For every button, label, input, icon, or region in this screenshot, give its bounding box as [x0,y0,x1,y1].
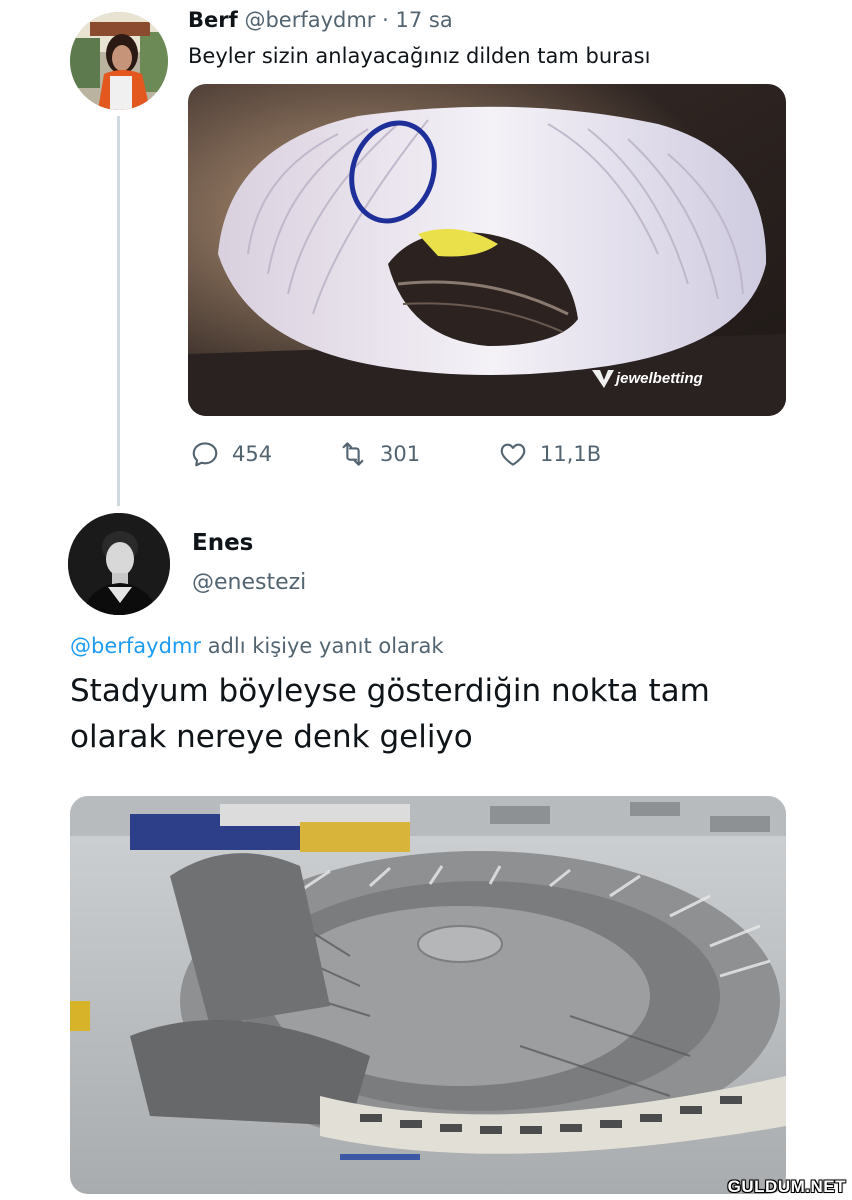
reply-icon [192,442,218,467]
avatar[interactable] [68,513,170,615]
tweet-media-image[interactable]: jewelbetting [188,84,786,416]
tweet-text: Beyler sizin anlayacağınız dilden tam bu… [188,44,651,68]
display-name[interactable]: Berf [188,8,238,32]
avatar[interactable] [70,12,168,110]
display-name[interactable]: Enes [192,530,253,556]
thread-line [117,116,120,506]
retweet-action[interactable]: 301 [338,436,420,472]
user-handle[interactable]: @berfaydmr [244,8,375,32]
separator-dot: · [382,8,389,32]
retweet-icon [342,442,364,466]
reply-action[interactable]: 454 [190,436,272,472]
tweet-text: Stadyum böyleyse gösterdiğin nokta tam o… [70,673,710,755]
like-action[interactable]: 11,1B [498,436,601,472]
timestamp[interactable]: 17 sa [396,8,453,32]
heart-icon [500,443,526,466]
tweet-actions: 454 301 11,1B [190,436,630,472]
retweet-count: 301 [380,442,421,466]
tweet-header: Berf @berfaydmr · 17 sa [188,8,453,32]
tweet-media-image[interactable] [70,796,786,1194]
replying-to-label: adlı kişiye yanıt olarak [207,634,444,658]
reply-count: 454 [232,442,273,466]
mention-link[interactable]: @berfaydmr [70,634,201,658]
site-watermark: GULDUM.NET [727,1177,846,1196]
replying-to: @berfaydmr adlı kişiye yanıt olarak [70,634,444,658]
jewelbetting-watermark: jewelbetting [614,370,703,387]
like-count: 11,1B [540,442,602,466]
user-handle[interactable]: @enestezi [192,570,306,595]
